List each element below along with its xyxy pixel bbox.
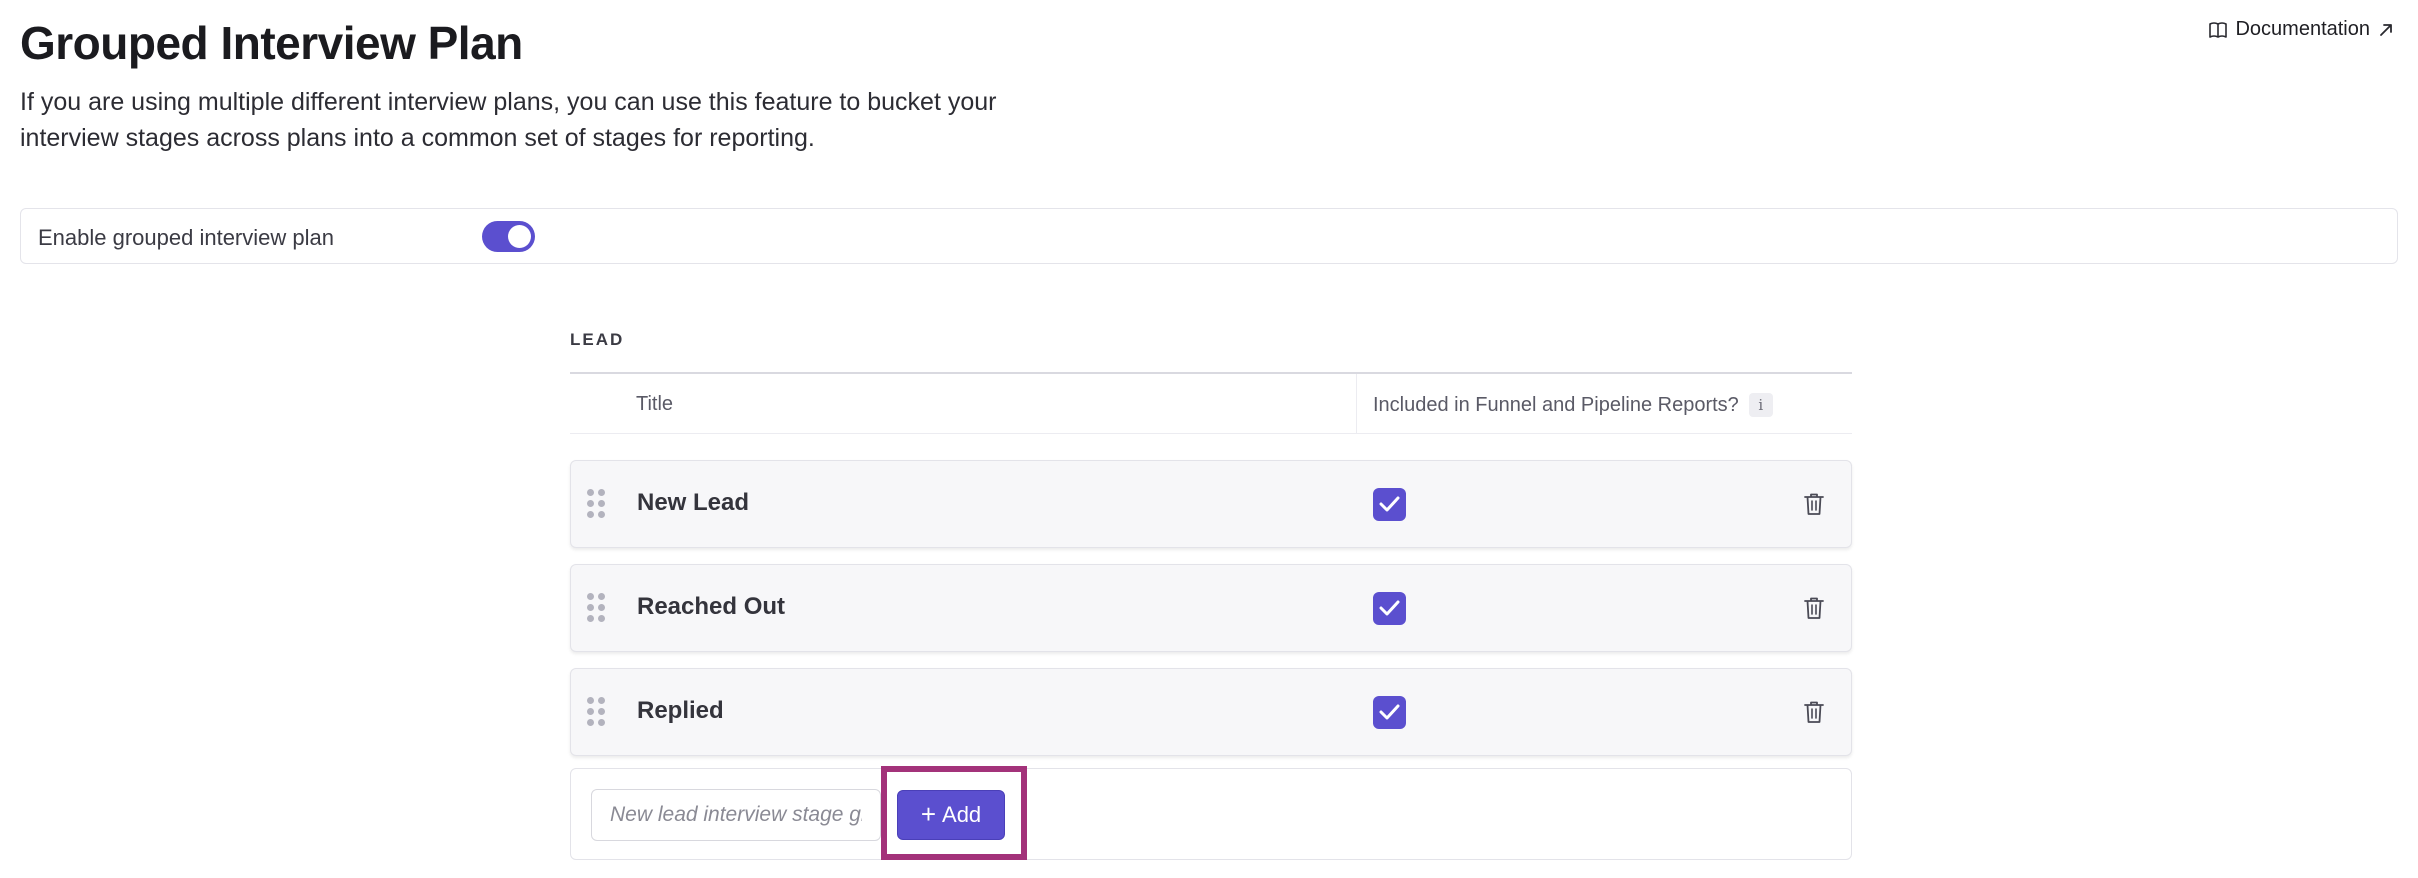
drag-handle-icon[interactable] xyxy=(587,489,605,519)
section-label: LEAD xyxy=(570,330,625,349)
plus-icon: + xyxy=(920,799,937,829)
page-description: If you are using multiple different inte… xyxy=(20,88,997,152)
trash-icon[interactable] xyxy=(1803,700,1825,724)
info-icon[interactable]: i xyxy=(1748,393,1773,417)
lead-section: LEAD Title Included in Funnel and Pipeli… xyxy=(570,330,1852,860)
trash-icon[interactable] xyxy=(1803,596,1825,620)
book-icon xyxy=(2209,21,2228,38)
page: Grouped Interview Plan If you are using … xyxy=(0,0,2418,878)
drag-handle-icon[interactable] xyxy=(587,697,605,727)
column-header-title: Title xyxy=(636,393,674,415)
enable-grouped-plan-row: Enable grouped interview plan xyxy=(20,208,2398,264)
stage-title: New Lead xyxy=(637,489,750,516)
stage-title: Replied xyxy=(637,697,724,724)
included-checkbox[interactable] xyxy=(1373,696,1406,729)
add-stage-row: + Add xyxy=(570,766,1852,860)
included-checkbox[interactable] xyxy=(1373,488,1406,521)
documentation-link[interactable]: Documentation xyxy=(2209,18,2394,41)
new-stage-input[interactable] xyxy=(591,789,881,841)
stage-row: Reached Out xyxy=(570,564,1852,652)
enable-grouped-plan-toggle[interactable] xyxy=(482,221,535,252)
stage-row: Replied xyxy=(570,668,1852,756)
table-header: Title Included in Funnel and Pipeline Re… xyxy=(570,372,1852,434)
check-icon xyxy=(1379,600,1400,616)
add-button-label: Add xyxy=(942,802,982,827)
add-button[interactable]: + Add xyxy=(897,790,1005,840)
documentation-link-label: Documentation xyxy=(2235,18,2370,40)
external-arrow-icon xyxy=(2378,22,2394,38)
column-header-included: Included in Funnel and Pipeline Reports?… xyxy=(1373,393,1773,417)
check-icon xyxy=(1379,496,1400,512)
check-icon xyxy=(1379,704,1400,720)
drag-handle-icon[interactable] xyxy=(587,593,605,623)
page-title: Grouped Interview Plan xyxy=(20,17,523,69)
stage-row: New Lead xyxy=(570,460,1852,548)
column-divider xyxy=(1356,374,1357,433)
included-checkbox[interactable] xyxy=(1373,592,1406,625)
toggle-knob xyxy=(508,225,531,248)
enable-grouped-plan-label: Enable grouped interview plan xyxy=(38,225,334,250)
column-header-included-label: Included in Funnel and Pipeline Reports? xyxy=(1373,393,1739,416)
stage-title: Reached Out xyxy=(637,593,786,620)
trash-icon[interactable] xyxy=(1803,492,1825,516)
